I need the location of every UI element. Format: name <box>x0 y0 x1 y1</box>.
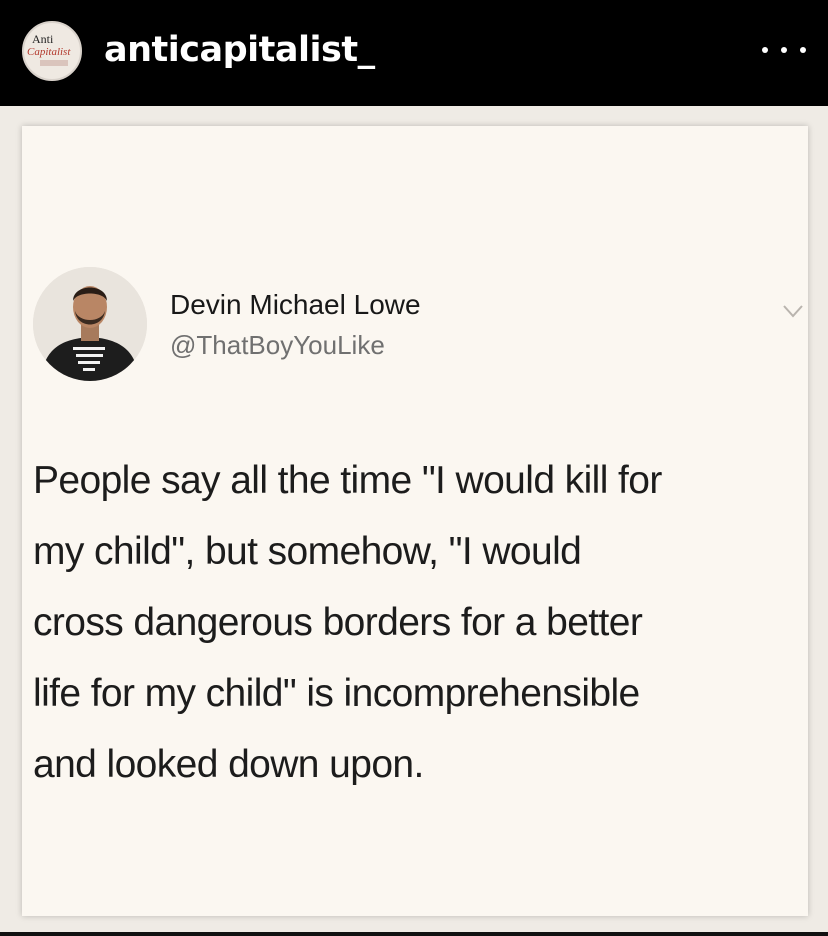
avatar-logo-line1: Anti <box>32 32 54 46</box>
post-image[interactable]: Devin Michael Lowe @ThatBoyYouLike Peopl… <box>0 106 828 936</box>
more-dot <box>800 47 806 53</box>
bottom-divider <box>0 932 828 936</box>
tweet-text-line: life for my child" is incomprehensible <box>33 672 640 715</box>
tweet-author-name: Devin Michael Lowe <box>170 289 421 320</box>
more-dot <box>781 47 787 53</box>
profile-username[interactable]: anticapitalist_ <box>104 26 375 74</box>
more-options-icon[interactable] <box>762 38 806 62</box>
tweet-card: Devin Michael Lowe @ThatBoyYouLike Peopl… <box>22 126 808 916</box>
tweet-text-line: and looked down upon. <box>33 743 424 786</box>
tweet-text-line: my child", but somehow, "I would <box>33 530 582 573</box>
tweet-author-avatar <box>33 267 147 381</box>
tweet-text-line: People say all the time "I would kill fo… <box>33 459 662 502</box>
profile-avatar[interactable]: Anti Capitalist <box>22 21 82 81</box>
avatar-logo-line2: Capitalist <box>27 46 71 58</box>
avatar-logo-mark <box>40 60 68 66</box>
person-photo-icon <box>33 267 147 381</box>
tweet-text-line: cross dangerous borders for a better <box>33 601 643 644</box>
tweet-author-handle: @ThatBoyYouLike <box>170 330 385 360</box>
chevron-down-icon[interactable] <box>782 303 804 319</box>
more-dot <box>762 47 768 53</box>
post-header: Anti Capitalist anticapitalist_ <box>0 0 828 106</box>
tweet-text: People say all the time "I would kill fo… <box>33 445 803 800</box>
